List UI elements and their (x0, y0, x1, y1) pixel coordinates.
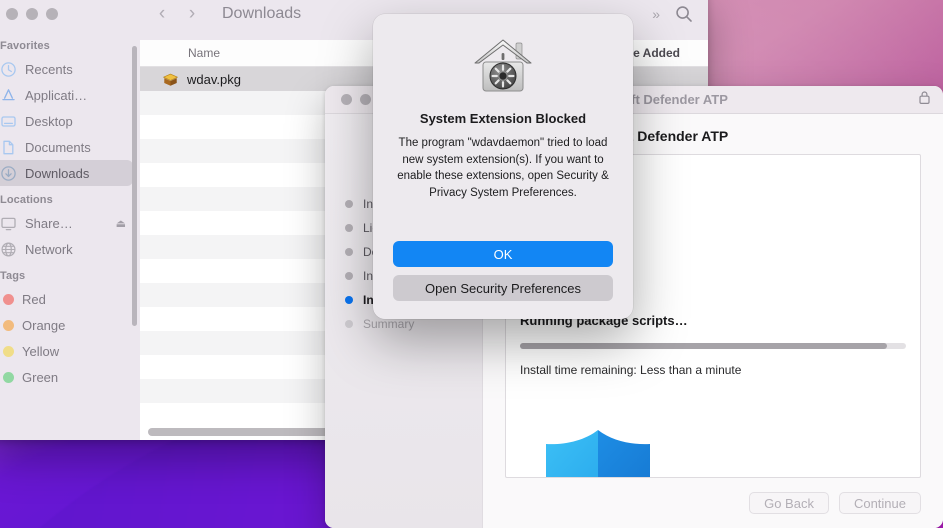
installer-time-remaining: Install time remaining: Less than a minu… (520, 363, 742, 377)
sidebar-item-documents[interactable]: Documents (0, 134, 133, 160)
toolbar-overflow-icon[interactable]: » (652, 6, 660, 22)
sidebar-item-downloads[interactable]: Downloads (0, 160, 133, 186)
system-extension-blocked-dialog: System Extension Blocked The program "wd… (373, 14, 633, 319)
tag-dot-icon (3, 371, 14, 383)
globe-icon (1, 241, 16, 257)
finder-sidebar: Favorites Recents Applicati… Desktop Doc… (0, 0, 140, 440)
step-dot-icon (345, 200, 353, 208)
finder-title: Downloads (222, 5, 302, 22)
sidebar-tag-red[interactable]: Red (0, 286, 133, 312)
download-icon (1, 165, 16, 181)
lock-icon[interactable] (918, 90, 931, 110)
step-label: Summary (363, 317, 415, 331)
sidebar-item-desktop[interactable]: Desktop (0, 108, 133, 134)
step-dot-icon (345, 224, 353, 232)
sidebar-item-applications[interactable]: Applicati… (0, 82, 133, 108)
sidebar-item-label: Orange (22, 317, 66, 333)
sidebar-item-label: Recents (25, 61, 73, 77)
sidebar-item-recents[interactable]: Recents (0, 56, 133, 82)
alert-button-group: OK Open Security Preferences (393, 241, 613, 301)
sidebar-item-label: Red (22, 291, 46, 307)
eject-icon[interactable]: ⏏ (116, 217, 126, 230)
sidebar-item-share[interactable]: Share… ⏏ (0, 210, 133, 236)
desktop-icon (1, 115, 16, 127)
sidebar-tag-green[interactable]: Green (0, 364, 133, 390)
sidebar-item-label: Applicati… (25, 87, 88, 103)
ok-button[interactable]: OK (393, 241, 613, 267)
clock-icon (1, 61, 16, 77)
step-dot-icon (345, 272, 353, 280)
back-button[interactable]: ‹ (154, 3, 170, 25)
installer-progress-fill (520, 343, 887, 349)
defender-shield-icon (534, 427, 662, 477)
minimize-button[interactable] (26, 8, 38, 20)
sidebar-tag-orange[interactable]: Orange (0, 312, 133, 338)
package-icon (163, 73, 178, 86)
display-icon (1, 217, 16, 230)
tag-dot-icon (3, 345, 14, 357)
sidebar-item-label: Yellow (22, 343, 60, 359)
sidebar-section-locations-header: Locations (0, 194, 53, 206)
sidebar-item-label: Green (22, 369, 59, 385)
go-back-button[interactable]: Go Back (749, 492, 829, 514)
step-dot-icon (345, 296, 353, 304)
column-header-name[interactable]: Name (188, 46, 220, 60)
continue-button[interactable]: Continue (838, 492, 921, 514)
forward-button[interactable]: › (184, 3, 200, 25)
sidebar-item-label: Desktop (25, 113, 73, 129)
appstore-icon (2, 88, 15, 100)
close-button[interactable] (6, 8, 18, 20)
sidebar-scrollbar[interactable] (132, 46, 137, 326)
search-icon[interactable] (674, 4, 694, 24)
sidebar-item-label: Documents (25, 139, 91, 155)
tag-dot-icon (3, 319, 14, 331)
installer-progress-bar (520, 343, 906, 349)
sidebar-item-label: Network (25, 241, 73, 257)
sidebar-item-label: Share… (25, 215, 73, 231)
alert-title: System Extension Blocked (419, 111, 587, 126)
open-security-preferences-button[interactable]: Open Security Preferences (393, 275, 613, 301)
sidebar-section-tags-header: Tags (0, 270, 26, 282)
finder-traffic-lights[interactable] (0, 0, 140, 32)
sidebar-tag-yellow[interactable]: Yellow (0, 338, 133, 364)
step-dot-icon (345, 248, 353, 256)
sidebar-item-network[interactable]: Network (0, 236, 133, 262)
sidebar-section-favorites-header: Favorites (0, 40, 50, 52)
sidebar-item-label: Downloads (25, 165, 90, 181)
step-dot-icon (345, 320, 353, 328)
alert-message: The program "wdavdaemon" tried to load n… (397, 137, 609, 200)
file-name: wdav.pkg (187, 71, 241, 87)
tag-dot-icon (3, 293, 14, 305)
security-privacy-house-safe-icon (471, 36, 535, 101)
installer-footer: Go Back Continue (505, 478, 921, 528)
document-icon (3, 140, 14, 154)
maximize-button[interactable] (46, 8, 58, 20)
